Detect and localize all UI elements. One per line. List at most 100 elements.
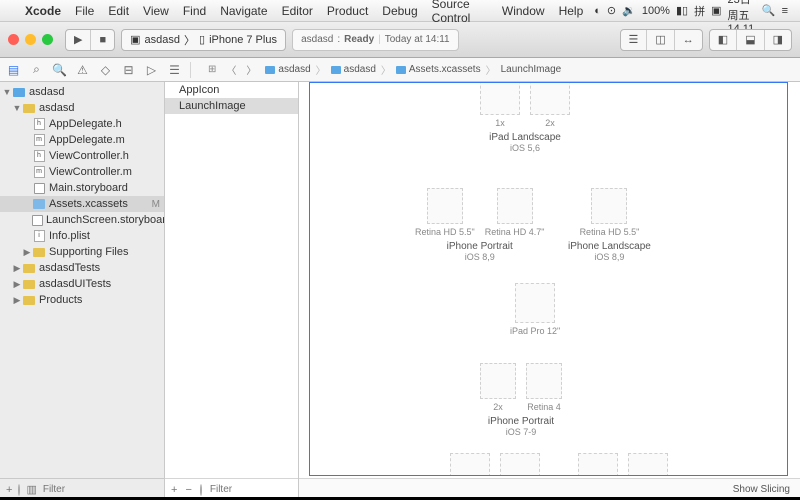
scheme-selector[interactable]: ▣ asdasd 〉 ▯ iPhone 7 Plus [121,29,286,51]
report-navigator-tab[interactable]: ☰ [167,63,182,77]
image-slot[interactable]: 1x [578,453,618,476]
tree-group[interactable]: ▼ asdasd [0,100,164,116]
tree-file[interactable]: hViewController.h [0,148,164,164]
ime-indicator[interactable]: 拼 [694,3,705,19]
standard-editor-button[interactable]: ☰ [621,30,648,50]
minimize-window-button[interactable] [25,34,36,45]
tree-file[interactable]: Assets.xcassetsM [0,196,164,212]
close-window-button[interactable] [8,34,19,45]
image-slot[interactable]: Retina HD 4.7" [485,188,545,237]
asset-item-appicon[interactable]: AppIcon [165,82,298,98]
wifi-icon[interactable]: ⊙ [607,4,616,17]
tree-subgroup[interactable]: ▶ asdasdUITests [0,276,164,292]
image-well[interactable] [480,82,520,115]
project-navigator-tab[interactable]: ▤ [6,63,21,77]
add-asset-button[interactable]: + [171,484,177,496]
disclosure-triangle-icon[interactable]: ▶ [22,247,32,258]
show-slicing-button[interactable]: Show Slicing [733,484,790,495]
image-slot[interactable]: Retina HD 5.5" [415,188,475,237]
image-well[interactable] [450,453,490,476]
menu-debug[interactable]: Debug [375,4,424,18]
disclosure-triangle-icon[interactable]: ▶ [12,295,22,306]
crumb-assets[interactable]: Assets.xcassets [392,64,485,75]
tree-subgroup[interactable]: ▶ asdasdTests [0,260,164,276]
back-button[interactable]: 〈 [221,62,241,77]
disclosure-triangle-icon[interactable]: ▶ [12,263,22,274]
assistant-editor-button[interactable]: ◫ [647,30,674,50]
disclosure-triangle-icon[interactable]: ▶ [12,279,22,290]
toggle-navigator-button[interactable]: ◧ [710,30,737,50]
menu-file[interactable]: File [68,4,101,18]
notification-center-icon[interactable]: ≡ [782,5,788,17]
recent-filter-button[interactable] [18,484,20,496]
image-slot[interactable]: Retina 4 [526,363,562,412]
image-well[interactable] [515,283,555,323]
tree-file[interactable]: LaunchScreen.storyboard [0,212,164,228]
menu-app[interactable]: Xcode [18,4,68,18]
menu-view[interactable]: View [136,4,176,18]
add-button[interactable]: + [6,484,12,496]
menu-editor[interactable]: Editor [275,4,320,18]
disclosure-triangle-icon[interactable]: ▼ [2,87,12,97]
image-slot[interactable]: 2x [628,453,668,476]
forward-button[interactable]: 〉 [241,62,261,77]
find-navigator-tab[interactable]: 🔍 [52,63,67,77]
asset-item-launchimage[interactable]: LaunchImage [165,98,298,114]
spotlight-icon[interactable]: 🔍 [762,4,776,17]
image-slot[interactable]: Retina HD 5.5" [580,188,640,237]
image-well[interactable] [591,188,627,224]
related-items-button[interactable]: ⊞ [203,64,221,75]
image-slot[interactable]: 2x [480,363,516,412]
tree-file[interactable]: hAppDelegate.h [0,116,164,132]
tree-file-label: LaunchScreen.storyboard [46,214,164,226]
menu-help[interactable]: Help [552,4,591,18]
image-well[interactable] [497,188,533,224]
debug-navigator-tab[interactable]: ⊟ [121,63,136,77]
navigator-filter-input[interactable] [43,484,175,495]
zoom-window-button[interactable] [42,34,53,45]
menu-window[interactable]: Window [495,4,552,18]
issue-navigator-tab[interactable]: ⚠ [75,63,90,77]
image-well[interactable] [628,453,668,476]
tree-subgroup[interactable]: ▶ Supporting Files [0,244,164,260]
menu-find[interactable]: Find [176,4,213,18]
image-well[interactable] [500,453,540,476]
tree-subgroup[interactable]: ▶ Products [0,292,164,308]
tree-file[interactable]: mAppDelegate.m [0,132,164,148]
fast-user-icon[interactable]: ◐ [594,5,601,17]
image-slot[interactable] [515,283,555,326]
image-well[interactable] [578,453,618,476]
airplay-icon[interactable]: ▣ [711,4,721,17]
image-slot[interactable]: 2x [500,453,540,476]
image-slot[interactable]: 1x [450,453,490,476]
tree-file[interactable]: Main.storyboard [0,180,164,196]
menu-product[interactable]: Product [320,4,375,18]
breakpoint-navigator-tab[interactable]: ▷ [144,63,159,77]
volume-icon[interactable]: 🔉 [622,4,636,17]
version-editor-button[interactable]: ↔ [675,30,702,50]
scm-filter-button[interactable]: ▥ [26,483,36,496]
toggle-debug-area-button[interactable]: ⬓ [737,30,764,50]
image-slot[interactable]: 1x [480,82,520,128]
test-navigator-tab[interactable]: ◇ [98,63,113,77]
image-well[interactable] [530,82,570,115]
tree-root[interactable]: ▼ asdasd [0,84,164,100]
toggle-utilities-button[interactable]: ◨ [765,30,791,50]
symbol-navigator-tab[interactable]: ⌕ [29,62,44,77]
image-slot[interactable]: 2x [530,82,570,128]
menu-source-control[interactable]: Source Control [425,0,495,25]
crumb-project[interactable]: asdasd [261,64,314,75]
disclosure-triangle-icon[interactable]: ▼ [12,103,22,113]
menu-navigate[interactable]: Navigate [213,4,274,18]
stop-button[interactable]: ■ [91,30,114,50]
tree-file[interactable]: iInfo.plist [0,228,164,244]
remove-asset-button[interactable]: − [185,484,191,496]
run-button[interactable]: ▶ [66,30,91,50]
tree-file[interactable]: mViewController.m [0,164,164,180]
image-well[interactable] [427,188,463,224]
crumb-launchimage[interactable]: LaunchImage [497,64,566,75]
crumb-group[interactable]: asdasd [327,64,380,75]
menu-edit[interactable]: Edit [101,4,136,18]
image-well[interactable] [480,363,516,399]
image-well[interactable] [526,363,562,399]
